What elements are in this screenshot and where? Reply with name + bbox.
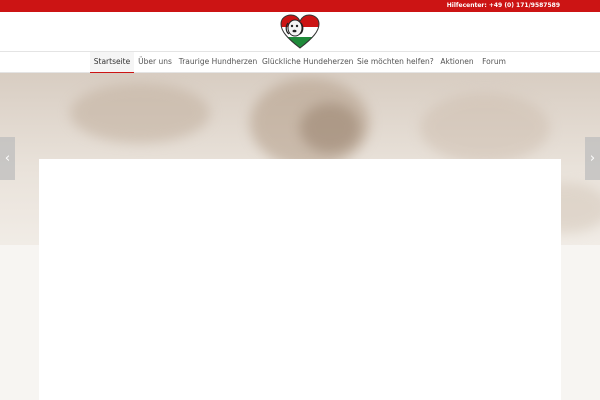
content-area	[39, 159, 561, 400]
nav-item-traurige-hundherzen[interactable]: Traurige Hundherzen	[178, 52, 258, 72]
chevron-left-icon: ‹	[4, 151, 11, 166]
hotline-text: Hilfecenter: +49 (0) 171/9587589	[446, 2, 560, 9]
nav-item-startseite[interactable]: Startseite	[90, 52, 134, 74]
slider-prev-button[interactable]: ‹	[0, 137, 15, 180]
heart-flag-icon[interactable]	[279, 14, 321, 50]
main-nav: Startseite Über uns Traurige Hundherzen …	[0, 51, 600, 74]
site-header	[0, 12, 600, 51]
nav-item-forum[interactable]: Forum	[480, 52, 508, 72]
chevron-right-icon: ›	[589, 151, 596, 166]
nav-item-glueckliche-hundeherzen[interactable]: Glückliche Hundeherzen	[262, 52, 353, 72]
slider-next-button[interactable]: ›	[585, 137, 600, 180]
nav-item-ueber-uns[interactable]: Über uns	[136, 52, 174, 72]
nav-item-aktionen[interactable]: Aktionen	[437, 52, 477, 72]
hero-blur-shape	[300, 103, 360, 153]
hero-blur-shape	[70, 83, 210, 143]
nav-item-sie-moechten-helfen[interactable]: Sie möchten helfen?	[357, 52, 434, 72]
hero-blur-shape	[420, 93, 550, 163]
top-bar: Hilfecenter: +49 (0) 171/9587589	[0, 0, 600, 12]
